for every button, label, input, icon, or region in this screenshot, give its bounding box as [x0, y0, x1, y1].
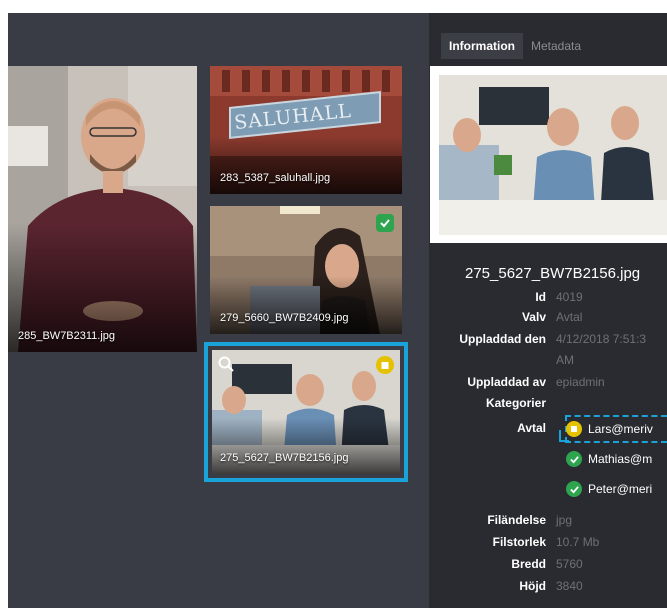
- field-label: Kategorier: [485, 396, 546, 410]
- field-value: 3840: [556, 579, 583, 593]
- field-value: AM: [556, 353, 574, 367]
- field-label: Avtal: [517, 421, 546, 435]
- field-label: Bredd: [511, 557, 546, 571]
- field-label: Filändelse: [487, 513, 546, 527]
- tab-metadata[interactable]: Metadata: [523, 33, 589, 59]
- avtal-name: Peter@meri: [588, 482, 653, 496]
- zoom-icon[interactable]: [218, 356, 234, 377]
- avtal-name: Lars@meriv: [588, 422, 653, 436]
- pending-icon: [566, 421, 582, 437]
- avtal-item-pending[interactable]: Lars@meriv: [566, 421, 653, 437]
- field-valv: Valv Avtal: [429, 310, 583, 324]
- field-label: Filstorlek: [492, 535, 546, 549]
- field-value: 5760: [556, 557, 583, 571]
- field-height: Höjd 3840: [429, 579, 583, 593]
- approved-icon: [566, 451, 582, 467]
- field-label: Id: [535, 290, 546, 304]
- tab-information[interactable]: Information: [441, 33, 523, 59]
- field-value: epiadmin: [556, 375, 605, 389]
- gallery-tile[interactable]: SALUHALL 283_5387_saluhall.jpg: [210, 66, 402, 194]
- field-label: Valv: [521, 310, 546, 324]
- field-label: Uppladdad av: [467, 375, 546, 389]
- top-strip: [0, 0, 667, 13]
- gallery-tile-selected[interactable]: 275_5627_BW7B2156.jpg: [204, 342, 408, 482]
- caption-shade: [210, 276, 402, 334]
- field-extension: Filändelse jpg: [429, 513, 572, 527]
- image-gallery: 285_BW7B2311.jpg SALUHALL 283_5387_saluh…: [8, 13, 429, 608]
- caption-shade: [210, 136, 402, 194]
- field-value: Avtal: [556, 310, 583, 324]
- field-label: Höjd: [519, 579, 546, 593]
- gallery-tile[interactable]: 279_5660_BW7B2409.jpg: [210, 206, 402, 334]
- thumbnail-caption: 285_BW7B2311.jpg: [18, 330, 116, 342]
- field-value: 4/12/2018 7:51:3: [556, 332, 647, 346]
- preview-frame: [430, 66, 667, 243]
- approved-badge-icon: [376, 214, 394, 232]
- thumbnail-caption: 279_5660_BW7B2409.jpg: [220, 312, 349, 324]
- gallery-tile[interactable]: 285_BW7B2311.jpg: [8, 66, 197, 352]
- thumbnail-caption: 275_5627_BW7B2156.jpg: [220, 452, 349, 464]
- field-avtal: Avtal: [429, 421, 556, 435]
- approved-icon: [566, 481, 582, 497]
- field-value: 4019: [556, 290, 583, 304]
- field-id: Id 4019: [429, 290, 583, 304]
- field-filesize: Filstorlek 10.7 Mb: [429, 535, 600, 549]
- field-uploaded-cont: AM: [429, 353, 574, 367]
- file-title: 275_5627_BW7B2156.jpg: [465, 265, 641, 282]
- field-uploaded: Uppladdad den 4/12/2018 7:51:3: [429, 332, 646, 346]
- caption-shade: [212, 418, 400, 474]
- field-uploader: Uppladdad av epiadmin: [429, 375, 605, 389]
- tab-bar: Information Metadata: [441, 33, 589, 59]
- details-panel: Information Metadata 275_5627_BW7B2156.j…: [429, 13, 667, 608]
- field-label: Uppladdad den: [459, 332, 546, 346]
- preview-image: [439, 75, 667, 235]
- field-kategorier: Kategorier: [429, 396, 556, 410]
- thumbnail-caption: 283_5387_saluhall.jpg: [220, 172, 331, 184]
- avtal-item-approved[interactable]: Peter@meri: [566, 481, 652, 497]
- field-value: jpg: [556, 513, 573, 527]
- field-value: 10.7 Mb: [556, 535, 600, 549]
- field-width: Bredd 5760: [429, 557, 583, 571]
- avtal-item-approved[interactable]: Mathias@m: [566, 451, 652, 467]
- avtal-name: Mathias@m: [588, 452, 653, 466]
- pending-badge-icon: [376, 356, 394, 374]
